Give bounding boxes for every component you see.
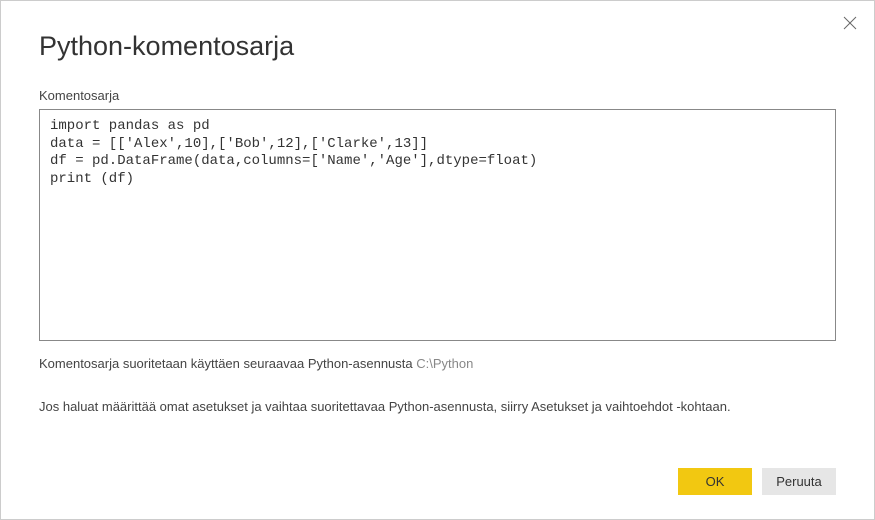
ok-button[interactable]: OK	[678, 468, 752, 495]
install-info-text: Komentosarja suoritetaan käyttäen seuraa…	[39, 356, 416, 371]
dialog-title: Python-komentosarja	[39, 31, 836, 62]
cancel-button[interactable]: Peruuta	[762, 468, 836, 495]
python-script-dialog: Python-komentosarja Komentosarja Komento…	[1, 1, 874, 519]
install-path: C:\Python	[416, 356, 473, 371]
close-button[interactable]	[840, 13, 860, 33]
settings-info: Jos haluat määrittää omat asetukset ja v…	[39, 399, 836, 416]
button-row: OK Peruuta	[678, 468, 836, 495]
script-input[interactable]	[39, 109, 836, 341]
close-icon	[843, 16, 857, 30]
install-info-line: Komentosarja suoritetaan käyttäen seuraa…	[39, 356, 836, 371]
script-label: Komentosarja	[39, 88, 836, 103]
